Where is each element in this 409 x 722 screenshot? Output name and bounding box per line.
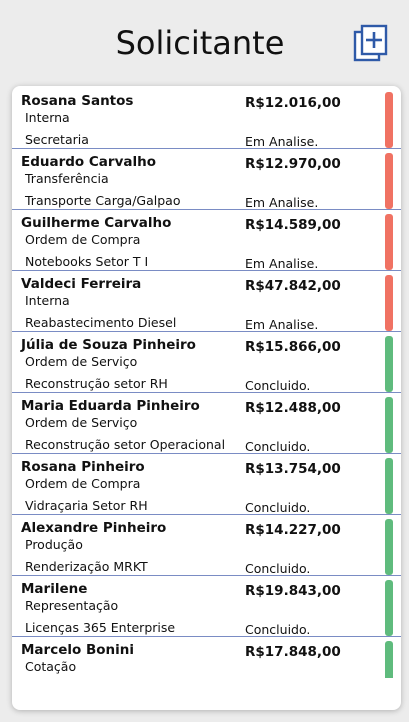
- request-value: R$13.754,00: [245, 461, 341, 477]
- requester-name: Valdeci Ferreira: [21, 276, 142, 292]
- requester-name: Rosana Pinheiro: [21, 459, 145, 475]
- request-status: Em Analise.: [245, 195, 319, 210]
- requester-name: Júlia de Souza Pinheiro: [21, 337, 196, 353]
- status-indicator: [385, 397, 393, 453]
- status-indicator: [385, 336, 393, 392]
- request-list[interactable]: Rosana Santos Interna Secretaria R$12.016,0…: [12, 88, 401, 678]
- request-status: Concluido.: [245, 378, 311, 393]
- list-item[interactable]: Maria Eduarda Pinheiro Ordem de Serviço Re…: [12, 393, 401, 454]
- request-status: Concluido.: [245, 622, 311, 637]
- request-type: Ordem de Compra: [25, 232, 141, 247]
- add-request-button[interactable]: [352, 24, 390, 64]
- request-type: Ordem de Serviço: [25, 415, 138, 430]
- request-description: Vidraçaria Setor RH: [25, 498, 148, 513]
- status-indicator: [385, 519, 393, 575]
- request-value: R$12.970,00: [245, 156, 341, 172]
- requester-name: Eduardo Carvalho: [21, 154, 156, 170]
- request-status: Concluido.: [245, 561, 311, 576]
- status-indicator: [385, 275, 393, 331]
- request-value: R$47.842,00: [245, 278, 341, 294]
- list-item[interactable]: Guilherme Carvalho Ordem de Compra Noteboo…: [12, 210, 401, 271]
- request-value: R$14.589,00: [245, 217, 341, 233]
- status-indicator: [385, 580, 393, 636]
- requester-name: Marilene: [21, 581, 88, 597]
- request-description: Notebooks Setor T I: [25, 254, 149, 269]
- requester-name: Guilherme Carvalho: [21, 215, 172, 231]
- request-description: Transporte Carga/Galpao: [25, 193, 181, 208]
- request-type: Interna: [25, 293, 70, 308]
- request-type: Representação: [25, 598, 119, 613]
- request-status: Concluido.: [245, 439, 311, 454]
- request-type: Produção: [25, 537, 83, 552]
- status-indicator: [385, 641, 393, 678]
- request-value: R$12.016,00: [245, 95, 341, 111]
- status-indicator: [385, 153, 393, 209]
- request-description: Licenças 365 Enterprise: [25, 620, 176, 635]
- requester-name: Rosana Santos: [21, 93, 134, 109]
- list-item[interactable]: Rosana Santos Interna Secretaria R$12.016,0…: [12, 88, 401, 149]
- request-type: Ordem de Compra: [25, 476, 141, 491]
- status-indicator: [385, 458, 393, 514]
- requester-name: Maria Eduarda Pinheiro: [21, 398, 200, 414]
- request-description: Reconstrução setor RH: [25, 376, 168, 391]
- request-status: Em Analise.: [245, 317, 319, 332]
- list-item[interactable]: Júlia de Souza Pinheiro Ordem de Serviço R…: [12, 332, 401, 393]
- requests-card: Rosana Santos Interna Secretaria R$12.016,0…: [12, 86, 401, 710]
- list-item[interactable]: Marcelo Bonini Cotação R$17.848,00: [12, 637, 401, 678]
- list-item[interactable]: Alexandre Pinheiro Produção Renderização M…: [12, 515, 401, 576]
- request-description: Reabastecimento Diesel: [25, 315, 177, 330]
- request-type: Transferência: [25, 171, 109, 186]
- request-value: R$15.866,00: [245, 339, 341, 355]
- request-description: Renderização MRKT: [25, 559, 148, 574]
- page-title: Solicitante: [115, 24, 285, 62]
- request-status: Em Analise.: [245, 134, 319, 149]
- requester-name: Marcelo Bonini: [21, 642, 135, 658]
- request-type: Cotação: [25, 659, 77, 674]
- requester-name: Alexandre Pinheiro: [21, 520, 167, 536]
- request-description: Reconstrução setor Operacional: [25, 437, 226, 452]
- request-type: Interna: [25, 110, 70, 125]
- request-status: Concluido.: [245, 500, 311, 515]
- request-value: R$12.488,00: [245, 400, 341, 416]
- status-indicator: [385, 214, 393, 270]
- list-item[interactable]: Eduardo Carvalho Transferência Transporte …: [12, 149, 401, 210]
- request-description: Secretaria: [25, 132, 89, 147]
- app-header: Solicitante: [0, 0, 409, 86]
- request-status: Em Analise.: [245, 256, 319, 271]
- list-item[interactable]: Rosana Pinheiro Ordem de Compra Vidraçaria…: [12, 454, 401, 515]
- status-indicator: [385, 92, 393, 148]
- list-item[interactable]: Marilene Representação Licenças 365 Enterp…: [12, 576, 401, 637]
- request-value: R$19.843,00: [245, 583, 341, 599]
- request-type: Ordem de Serviço: [25, 354, 138, 369]
- list-item[interactable]: Valdeci Ferreira Interna Reabastecimento D…: [12, 271, 401, 332]
- add-document-icon: [353, 24, 388, 62]
- request-value: R$17.848,00: [245, 644, 341, 660]
- request-value: R$14.227,00: [245, 522, 341, 538]
